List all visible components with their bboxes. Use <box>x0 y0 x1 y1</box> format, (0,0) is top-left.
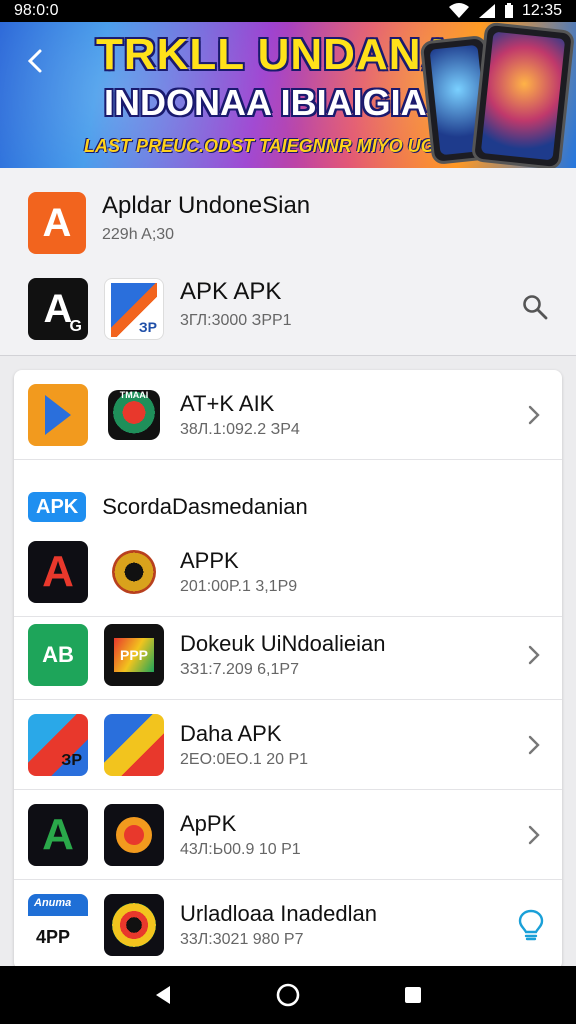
app-icon <box>104 804 164 866</box>
list-item[interactable]: A ApPK 43Л:Ь00.9 10 Р1 <box>14 790 562 880</box>
app-icon: TMAAI <box>104 384 164 446</box>
nav-back-button[interactable] <box>143 975 183 1015</box>
app-icon: A G <box>28 278 88 340</box>
featured-apps-section: A Apldar UndoneSian 229h A;30 A G ЗР APK… <box>0 168 576 356</box>
navigation-bar <box>0 966 576 1024</box>
circle-home-icon <box>276 983 300 1007</box>
banner-headline: TRKLL UNDANA <box>96 30 455 79</box>
chevron-right-icon <box>524 731 544 759</box>
app-text: APPK 201:00P.1 3,1Р9 <box>180 548 297 596</box>
app-title: APPK <box>180 548 239 573</box>
chevron-right-icon <box>524 641 544 669</box>
app-icon-top-label: Anuma <box>34 897 72 909</box>
section-header: APK ScordaDasmedanian <box>28 492 308 522</box>
app-icon: A <box>28 192 86 254</box>
app-meta: 229h A;30 <box>102 226 175 243</box>
app-icon: PPP <box>104 624 164 686</box>
lightbulb-button[interactable] <box>516 908 546 942</box>
app-text: Urladloaa Inadedlan 33Л:3021 980 Р7 <box>180 901 377 949</box>
app-icon-letter: A <box>42 810 74 859</box>
app-icon <box>104 714 164 776</box>
app-text: Daha APK 2ЕО:0ЕО.1 20 Р1 <box>180 721 308 769</box>
app-title: Dokeuk UiNdoalieian <box>180 631 386 656</box>
app-text: ApPK 43Л:Ь00.9 10 Р1 <box>180 811 301 859</box>
app-icon-label: PPP <box>119 647 148 663</box>
lightbulb-icon <box>518 909 544 941</box>
battery-icon <box>504 3 513 18</box>
list-item[interactable]: ЗР Daha APK 2ЕО:0ЕО.1 20 Р1 <box>14 700 562 790</box>
app-meta: ЗЗ1:7.209 6,1Р7 <box>180 661 299 678</box>
nav-recent-button[interactable] <box>393 975 433 1015</box>
app-icon-letter: AB <box>42 642 74 667</box>
app-icon-label: TMAAI <box>119 390 149 400</box>
app-title: APK APK <box>180 278 282 305</box>
app-title: AT+K AIK <box>180 391 275 416</box>
triangle-back-icon <box>155 986 170 1004</box>
wifi-icon <box>448 3 469 18</box>
app-icon-sub: G <box>69 318 82 335</box>
featured-app-row[interactable]: A Apldar UndoneSian 229h A;30 <box>28 192 310 254</box>
app-text: Dokeuk UiNdoalieian ЗЗ1:7.209 6,1Р7 <box>180 631 385 679</box>
app-icon-letter: A <box>42 547 74 596</box>
app-meta: 2ЕО:0ЕО.1 20 Р1 <box>180 751 309 768</box>
apk-badge: APK <box>28 492 87 522</box>
list-item[interactable]: TMAAI AT+K AIK 38Л.1:092.2 ЗР4 <box>14 370 562 460</box>
app-text: APK APK 3ГЛ:3000 ЗРР1 <box>180 278 292 330</box>
app-icon-letter: A <box>43 286 73 331</box>
app-meta: 38Л.1:092.2 ЗР4 <box>180 421 300 438</box>
banner-subheadline: INDONAA IBIAIGIA <box>104 82 427 123</box>
section-title: ScordaDasmedanian <box>102 494 308 519</box>
list-item[interactable]: AB PPP Dokeuk UiNdoalieian ЗЗ1:7.209 6,1… <box>14 610 562 700</box>
search-button[interactable] <box>518 290 552 324</box>
status-left-text: 98:0:0 <box>14 2 59 19</box>
app-text: AT+K AIK 38Л.1:092.2 ЗР4 <box>180 391 300 439</box>
app-icon: A <box>28 804 88 866</box>
back-arrow-icon <box>27 49 42 73</box>
app-icon: Anuma 4PP <box>28 894 88 956</box>
app-icon-label: ЗР <box>61 752 82 769</box>
status-time: 12:35 <box>521 2 562 19</box>
app-icon <box>28 384 88 446</box>
list-item[interactable]: Anuma 4PP Urladloaa Inadedlan 33Л:3021 9… <box>14 880 562 970</box>
chevron-right-icon <box>524 821 544 849</box>
app-title: Daha APK <box>180 721 282 746</box>
app-title: ApPK <box>180 811 237 836</box>
app-list-card: TMAAI AT+K AIK 38Л.1:092.2 ЗР4 APK Scord… <box>14 370 562 970</box>
app-icon <box>104 541 164 603</box>
app-meta: 3ГЛ:3000 ЗРР1 <box>180 312 292 329</box>
app-icon: ЗР <box>28 714 88 776</box>
app-icon-label: ЗР <box>138 319 157 335</box>
app-icon-letter: A <box>42 200 72 245</box>
app-meta: 201:00P.1 3,1Р9 <box>180 578 298 595</box>
app-icon: A <box>28 541 88 603</box>
app-icon: AB <box>28 624 88 686</box>
app-title: Urladloaa Inadedlan <box>180 901 377 926</box>
featured-app-row[interactable]: A G ЗР APK APK 3ГЛ:3000 ЗРР1 <box>28 278 292 340</box>
app-meta: 33Л:3021 980 Р7 <box>180 931 304 948</box>
chevron-right-icon <box>524 401 544 429</box>
search-icon <box>523 295 548 320</box>
signal-icon <box>478 4 495 18</box>
square-recent-icon <box>405 987 422 1003</box>
app-title: Apldar UndoneSian <box>102 192 311 219</box>
app-icon: ЗР <box>104 278 164 340</box>
app-text: Apldar UndoneSian 229h A;30 <box>102 192 310 244</box>
phone-illustration <box>470 22 576 168</box>
back-button[interactable] <box>18 44 52 78</box>
status-right: 12:35 <box>448 2 562 20</box>
nav-home-button[interactable] <box>268 975 308 1015</box>
app-icon-label: 4PP <box>36 927 71 947</box>
status-bar: 98:0:0 12:35 <box>0 0 576 22</box>
app-meta: 43Л:Ь00.9 10 Р1 <box>180 841 301 858</box>
promo-banner[interactable]: TRKLL UNDANA INDONAA IBIAIGIA LAST PREUC… <box>0 22 576 168</box>
list-item[interactable]: A APPK 201:00P.1 3,1Р9 <box>14 527 562 617</box>
app-icon <box>104 894 164 956</box>
